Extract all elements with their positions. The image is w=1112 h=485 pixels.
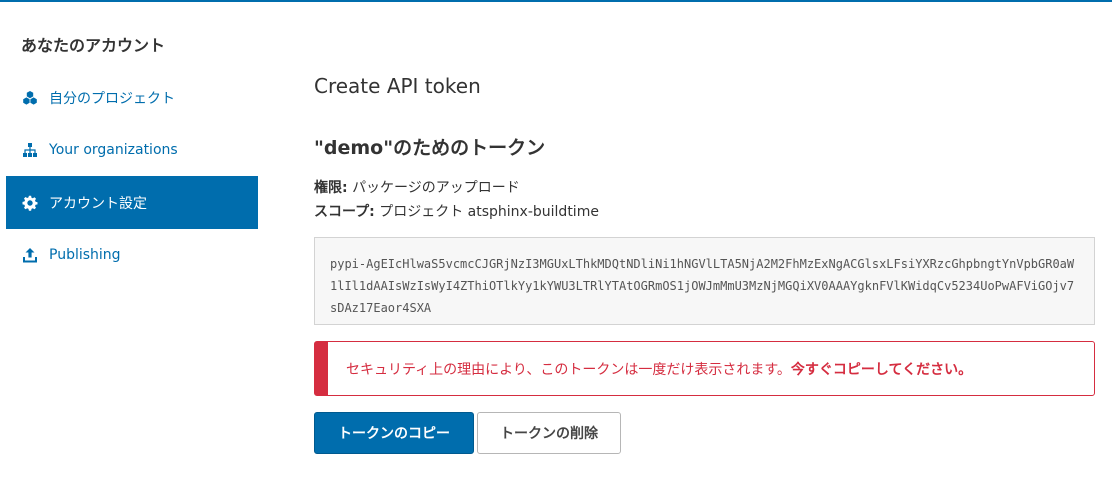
page-title: Create API token [314, 74, 481, 98]
scope-label: スコープ: [314, 204, 375, 220]
sidebar-item-projects[interactable]: 自分のプロジェクト [6, 71, 258, 124]
top-accent-line [0, 0, 1112, 2]
warning-text: セキュリティ上の理由により、このトークンは一度だけ表示されます。 [346, 361, 791, 378]
sidebar-item-label: 自分のプロジェクト [49, 90, 175, 107]
scope-line: スコープ: プロジェクト atsphinx-buildtime [314, 201, 599, 221]
sidebar-item-account-settings[interactable]: アカウント設定 [6, 176, 258, 229]
copy-token-button[interactable]: トークンのコピー [314, 412, 474, 454]
permissions-label: 権限: [314, 180, 348, 196]
sidebar-item-publishing[interactable]: Publishing [6, 228, 258, 281]
sidebar-title: あなたのアカウント [21, 36, 166, 55]
sidebar-item-label: アカウント設定 [49, 195, 147, 212]
warning-emphasis: 今すぐコピーしてください。 [790, 361, 973, 378]
upload-icon [21, 246, 39, 264]
api-token-value[interactable]: pypi-AgEIcHlwaS5vcmcCJGRjNzI3MGUxLThkMDQ… [314, 237, 1095, 325]
permissions-value: パッケージのアップロード [352, 180, 520, 196]
scope-value: プロジェクト atsphinx-buildtime [379, 204, 599, 220]
permissions-line: 権限: パッケージのアップロード [314, 177, 520, 197]
warning-callout: セキュリティ上の理由により、このトークンは一度だけ表示されます。 今すぐコピーして… [314, 341, 1095, 396]
sidebar-item-organizations[interactable]: Your organizations [6, 123, 258, 176]
sidebar-item-label: Your organizations [49, 141, 178, 158]
token-heading: "demo"のためのトークン [314, 137, 546, 159]
cubes-icon [21, 89, 39, 107]
delete-token-button[interactable]: トークンの削除 [477, 412, 621, 454]
sidebar-item-label: Publishing [49, 246, 121, 263]
sitemap-icon [21, 141, 39, 159]
gear-icon [21, 194, 39, 212]
